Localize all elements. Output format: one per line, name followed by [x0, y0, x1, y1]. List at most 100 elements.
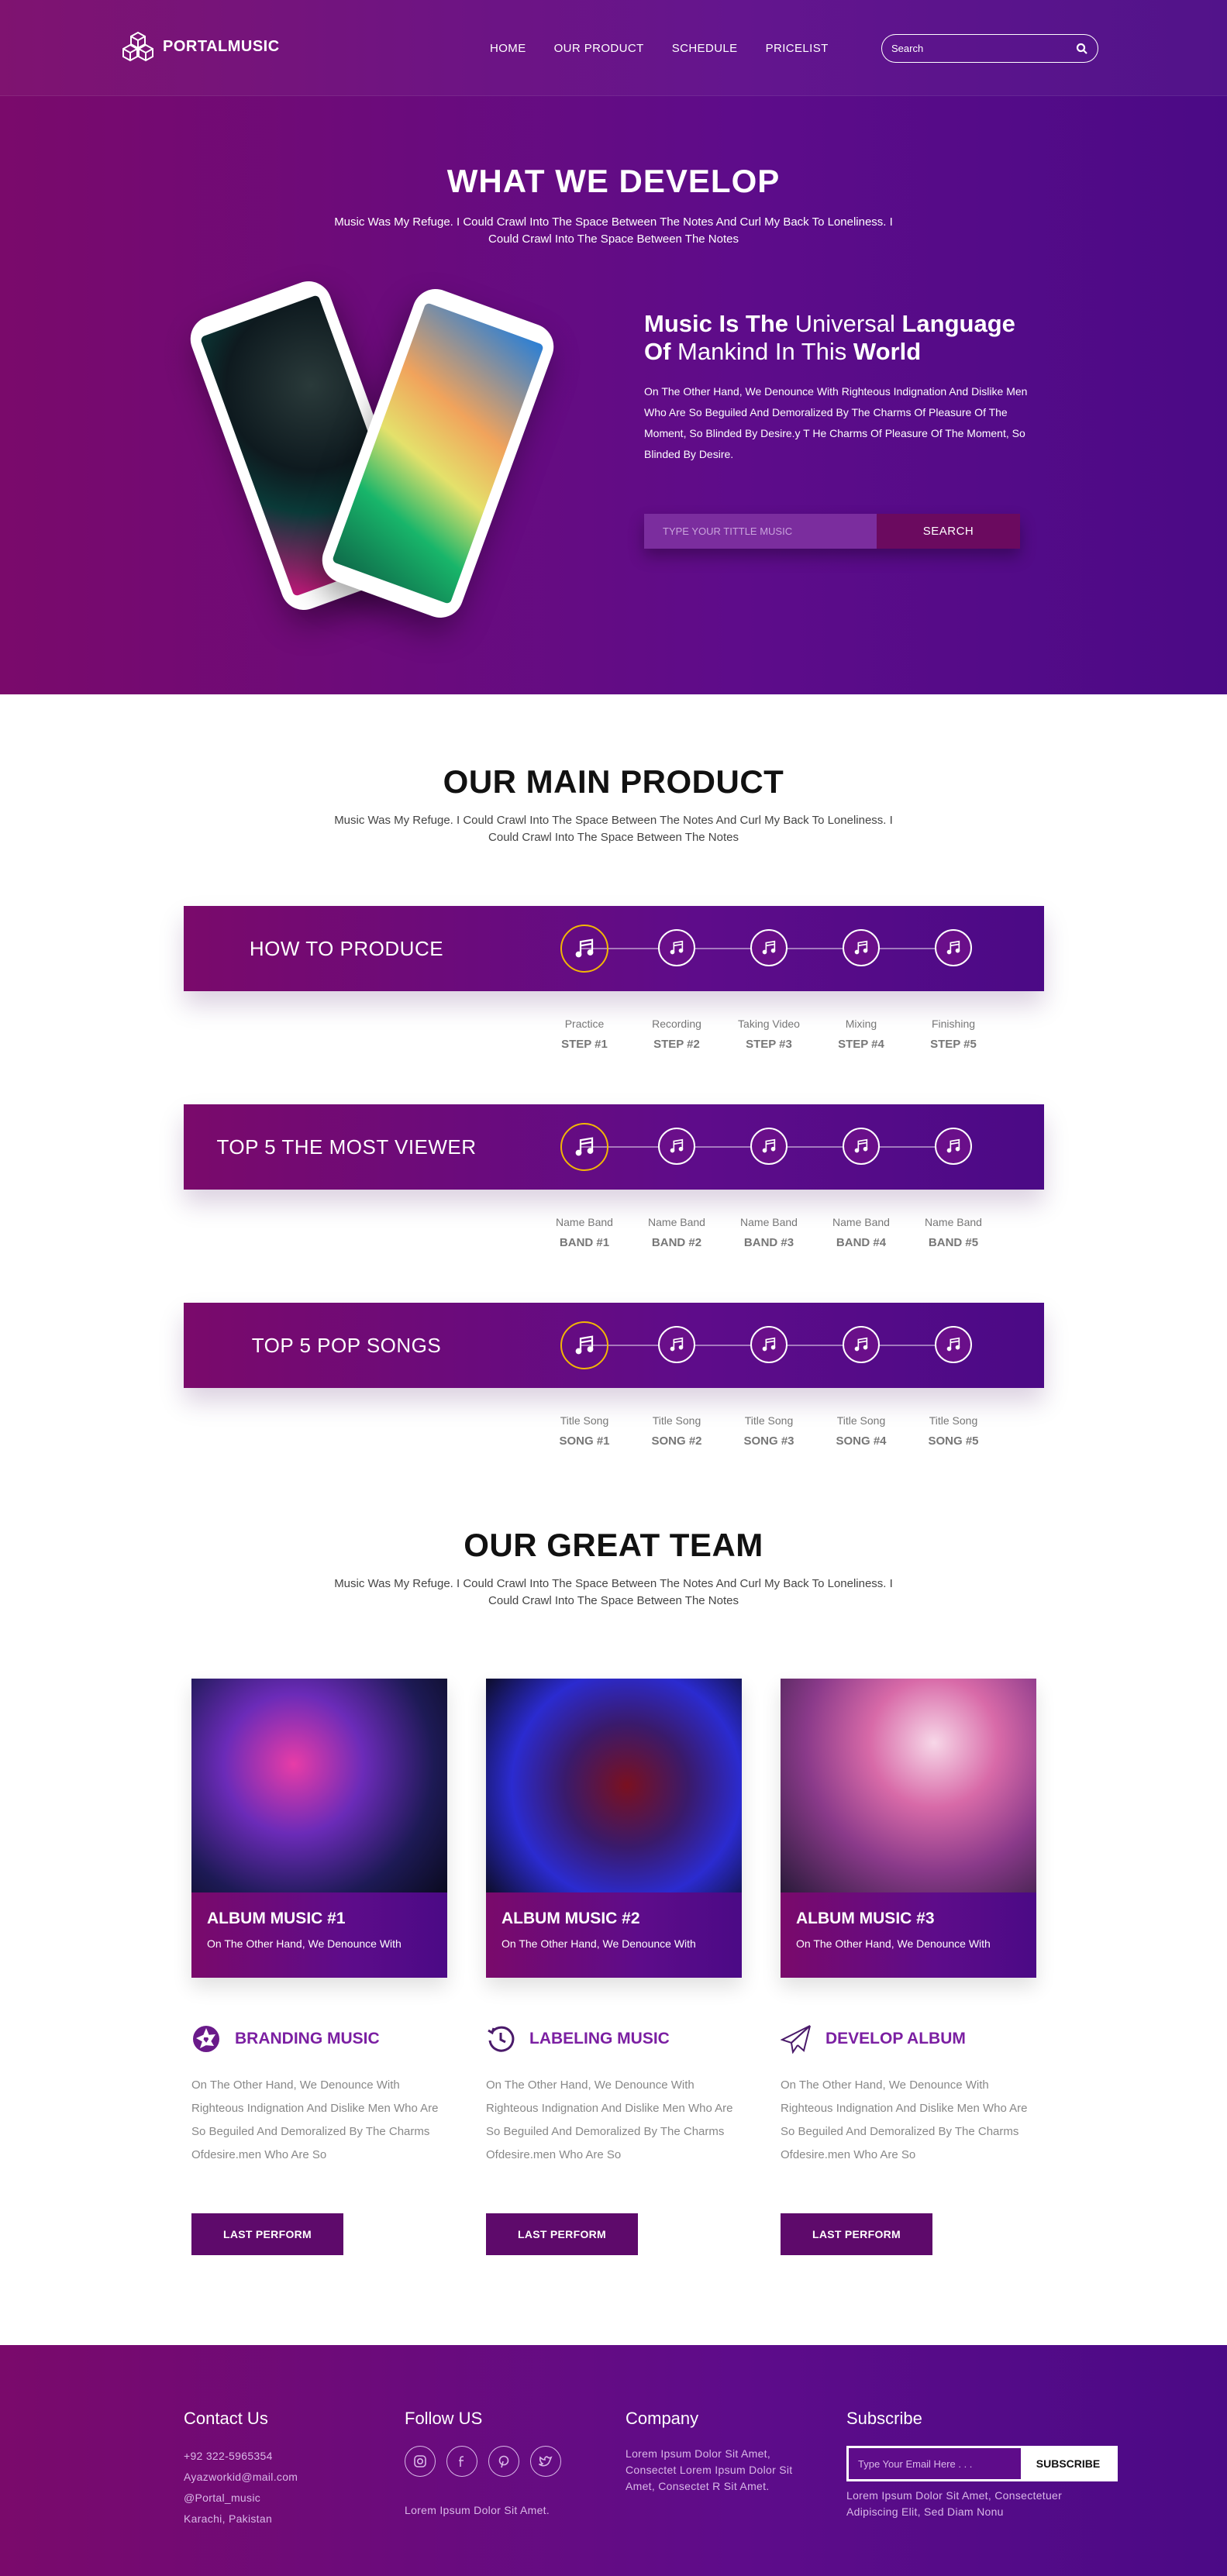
- last-perform-button[interactable]: LAST PERFORM: [781, 2213, 932, 2255]
- social-links: [405, 2446, 561, 2477]
- footer-company: Company Lorem Ipsum Dolor Sit Amet, Cons…: [626, 2409, 815, 2495]
- step-caption-label: Practice: [564, 1018, 605, 1030]
- album-card[interactable]: ALBUM MUSIC #3 On The Other Hand, We Den…: [781, 1679, 1036, 1978]
- album-card[interactable]: ALBUM MUSIC #1 On The Other Hand, We Den…: [191, 1679, 447, 1978]
- step-caption: Title Song SONG #2: [630, 1414, 723, 1448]
- footer: Contact Us +92 322-5965354 Ayazworkid@ma…: [0, 2345, 1227, 2576]
- step-circle[interactable]: [560, 1321, 608, 1369]
- step-caption: Name Band BAND #4: [815, 1216, 908, 1249]
- footer-subscribe-title: Subscribe: [846, 2409, 922, 2428]
- step-circle[interactable]: [843, 1128, 880, 1165]
- step-circle[interactable]: [935, 1326, 972, 1363]
- step-caption-number: STEP #4: [838, 1038, 884, 1051]
- step-circle[interactable]: [843, 1326, 880, 1363]
- footer-company-text: Lorem Ipsum Dolor Sit Amet, Consectet Lo…: [626, 2447, 793, 2492]
- album-caption: ALBUM MUSIC #1 On The Other Hand, We Den…: [191, 1892, 447, 1978]
- album-caption: ALBUM MUSIC #2 On The Other Hand, We Den…: [486, 1892, 742, 1978]
- step-circle[interactable]: [935, 1128, 972, 1165]
- feature-title: BRANDING MUSIC: [235, 2030, 380, 2047]
- last-perform-button[interactable]: LAST PERFORM: [486, 2213, 638, 2255]
- facebook-icon[interactable]: [446, 2446, 477, 2477]
- hero-title: WHAT WE DEVELOP: [446, 163, 781, 199]
- step-circle[interactable]: [658, 1326, 695, 1363]
- search-icon[interactable]: [1076, 43, 1088, 55]
- music-title-input[interactable]: [644, 514, 877, 549]
- music-note-icon: [575, 938, 594, 958]
- nav-home[interactable]: HOME: [490, 42, 526, 55]
- nav-pricelist[interactable]: PRICELIST: [766, 42, 829, 55]
- subscribe-form: SUBSCRIBE: [846, 2446, 1118, 2481]
- nav-schedule[interactable]: SCHEDULE: [672, 42, 738, 55]
- step-caption: Mixing STEP #4: [815, 1018, 908, 1051]
- step-caption: Name Band BAND #3: [722, 1216, 815, 1249]
- step-circle[interactable]: [935, 929, 972, 966]
- step-caption-number: SONG #2: [651, 1434, 702, 1448]
- step-caption: Title Song SONG #1: [538, 1414, 631, 1448]
- step-caption-number: STEP #2: [653, 1038, 700, 1051]
- step-caption-label: Name Band: [925, 1216, 982, 1228]
- step-circle[interactable]: [843, 929, 880, 966]
- hero-paragraph: On The Other Hand, We Denounce With Righ…: [644, 385, 1028, 460]
- music-note-icon: [762, 1138, 776, 1153]
- main-nav: HOME OUR PRODUCT SCHEDULE PRICELIST: [490, 42, 829, 55]
- feature-text: On The Other Hand, We Denounce With Righ…: [486, 2078, 733, 2161]
- footer-subscribe-text: Lorem Ipsum Dolor Sit Amet, Consectetuer…: [846, 2489, 1063, 2518]
- product-bar: TOP 5 THE MOST VIEWER: [184, 1104, 1044, 1190]
- subscribe-button[interactable]: SUBSCRIBE: [1021, 2448, 1115, 2479]
- step-caption-label: Title Song: [652, 1414, 701, 1427]
- step-circle[interactable]: [560, 1123, 608, 1171]
- step-caption-label: Title Song: [560, 1414, 609, 1427]
- footer-follow-text: Lorem Ipsum Dolor Sit Amet.: [405, 2504, 550, 2516]
- step-caption-label: Name Band: [740, 1216, 798, 1228]
- team-subtitle: Music Was My Refuge. I Could Crawl Into …: [334, 1577, 893, 1607]
- album-caption: ALBUM MUSIC #3 On The Other Hand, We Den…: [781, 1892, 1036, 1978]
- nav-our-product[interactable]: OUR PRODUCT: [554, 42, 644, 55]
- twitter-icon[interactable]: [530, 2446, 561, 2477]
- step-circle[interactable]: [750, 929, 788, 966]
- product-bar: HOW TO PRODUCE: [184, 906, 1044, 991]
- album-text: On The Other Hand, We Denounce With: [796, 1937, 991, 1950]
- music-search-button[interactable]: SEARCH: [877, 514, 1020, 549]
- feature-labeling: LABELING MUSIC On The Other Hand, We Den…: [486, 2024, 742, 2167]
- step-caption-number: BAND #1: [559, 1236, 610, 1249]
- step-caption-label: Title Song: [744, 1414, 794, 1427]
- step-circle[interactable]: [658, 1128, 695, 1165]
- product-subtitle: Music Was My Refuge. I Could Crawl Into …: [334, 814, 893, 844]
- step-caption-number: STEP #3: [746, 1038, 792, 1051]
- step-caption-number: SONG #3: [743, 1434, 794, 1448]
- music-note-icon: [762, 940, 776, 955]
- album-image: [486, 1679, 742, 1892]
- search-box: [881, 34, 1098, 63]
- music-note-icon: [670, 1138, 684, 1153]
- album-image: [191, 1679, 447, 1892]
- brand-logo[interactable]: PORTALMUSIC: [121, 31, 280, 62]
- email-input[interactable]: [849, 2448, 1021, 2479]
- contact-email[interactable]: Ayazworkid@mail.com: [184, 2467, 298, 2488]
- product-bar: TOP 5 POP SONGS: [184, 1303, 1044, 1388]
- product-bar-label: TOP 5 POP SONGS: [251, 1333, 442, 1357]
- step-caption-number: BAND #3: [743, 1236, 794, 1249]
- step-circle[interactable]: [750, 1326, 788, 1363]
- footer-company-title: Company: [626, 2409, 699, 2428]
- step-caption-label: Name Band: [556, 1216, 613, 1228]
- instagram-icon[interactable]: [405, 2446, 436, 2477]
- cubes-icon: [122, 31, 153, 62]
- step-circle[interactable]: [560, 925, 608, 973]
- last-perform-button[interactable]: LAST PERFORM: [191, 2213, 343, 2255]
- album-image: [781, 1679, 1036, 1892]
- step-circle[interactable]: [658, 929, 695, 966]
- music-note-icon: [946, 940, 960, 955]
- feature-text: On The Other Hand, We Denounce With Righ…: [781, 2078, 1028, 2161]
- step-caption-label: Name Band: [648, 1216, 705, 1228]
- album-card[interactable]: ALBUM MUSIC #2 On The Other Hand, We Den…: [486, 1679, 742, 1978]
- contact-handle[interactable]: @Portal_music: [184, 2488, 298, 2509]
- step-circle[interactable]: [750, 1128, 788, 1165]
- step-caption: Name Band BAND #5: [907, 1216, 1000, 1249]
- search-input[interactable]: [891, 43, 1076, 54]
- product-title: OUR MAIN PRODUCT: [443, 763, 784, 800]
- contact-phone[interactable]: +92 322-5965354: [184, 2446, 298, 2467]
- pinterest-icon[interactable]: [488, 2446, 519, 2477]
- step-caption-label: Title Song: [836, 1414, 886, 1427]
- footer-subscribe: Subscribe SUBSCRIBE Lorem Ipsum Dolor Si…: [846, 2409, 1118, 2520]
- step-caption-number: BAND #5: [928, 1236, 979, 1249]
